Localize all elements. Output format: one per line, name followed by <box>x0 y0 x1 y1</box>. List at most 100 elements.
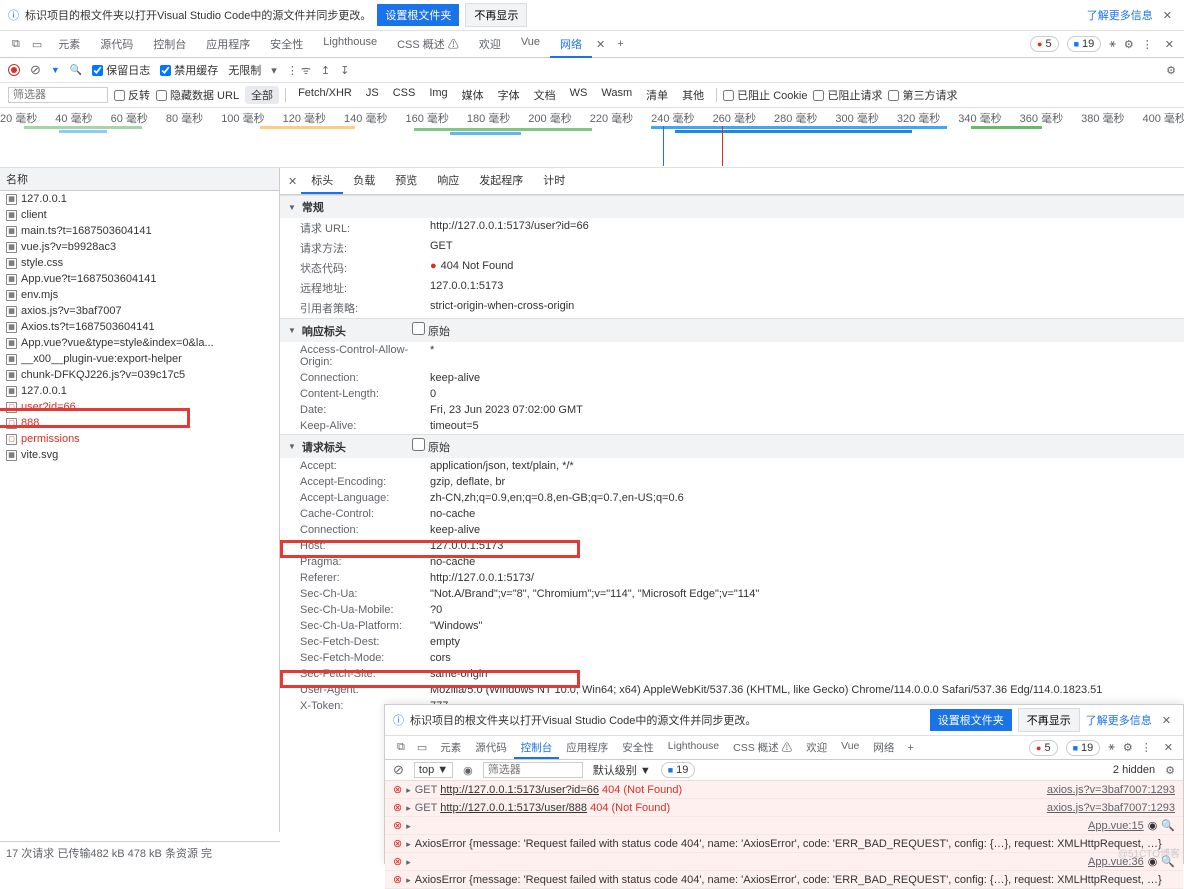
request-row[interactable]: ▦env.mjs <box>0 287 279 303</box>
console-line[interactable]: GET http://127.0.0.1:5173/user?id=66 404… <box>385 781 1183 799</box>
request-row[interactable]: ▦Axios.ts?t=1687503604141 <box>0 319 279 335</box>
tab-网络[interactable]: 网络 <box>550 31 592 57</box>
tab-网络[interactable]: 网络 <box>866 737 901 758</box>
upload-icon[interactable]: ↥ <box>321 64 330 77</box>
set-root-button[interactable]: 设置根文件夹 <box>930 709 1012 731</box>
eye-icon[interactable]: ◉ <box>463 764 473 777</box>
tab-安全性[interactable]: 安全性 <box>615 737 661 758</box>
tab-Lighthouse[interactable]: Lighthouse <box>313 31 387 57</box>
tab-控制台[interactable]: 控制台 <box>143 31 196 57</box>
learn-more-link[interactable]: 了解更多信息 <box>1086 712 1152 728</box>
section-request[interactable]: 请求标头 原始 <box>280 434 1184 458</box>
device-icon[interactable]: ⧉ <box>6 38 26 51</box>
detail-tab-发起程序[interactable]: 发起程序 <box>469 168 533 194</box>
wifi-icon[interactable]: ⋮ ᯤ <box>287 63 311 78</box>
filter-Img[interactable]: Img <box>423 86 453 104</box>
settings-icon[interactable] <box>1124 38 1134 51</box>
expand-arrow[interactable] <box>406 820 411 832</box>
console-line[interactable]: AxiosError {message: 'Request failed wit… <box>385 871 1183 889</box>
inspect-icon[interactable]: ▭ <box>411 741 433 754</box>
blocked-cookie-checkbox[interactable]: 已阻止 Cookie <box>723 87 807 103</box>
console-line[interactable]: App.vue:36 ◉ 🔍 <box>385 853 1183 871</box>
tab-元素[interactable]: 元素 <box>48 31 90 57</box>
filter-toggle[interactable] <box>51 64 60 76</box>
context-dropdown[interactable]: top ▼ <box>414 762 453 778</box>
filter-WS[interactable]: WS <box>564 86 594 104</box>
hide-data-checkbox[interactable]: 隐藏数据 URL <box>156 87 239 103</box>
errors-badge[interactable]: 5 <box>1030 36 1059 52</box>
request-row[interactable]: ▦vue.js?v=b9928ac3 <box>0 239 279 255</box>
record-button[interactable] <box>8 64 20 76</box>
clear-button[interactable] <box>393 762 404 778</box>
filter-Fetch/XHR[interactable]: Fetch/XHR <box>292 86 358 104</box>
name-column-header[interactable]: 名称 <box>0 168 279 191</box>
tab-控制台[interactable]: 控制台 <box>514 737 560 758</box>
tab-源代码[interactable]: 源代码 <box>90 31 143 57</box>
search-icon[interactable] <box>70 64 82 76</box>
console-settings-icon[interactable] <box>1165 764 1175 777</box>
request-row[interactable]: ▦chunk-DFKQJ226.js?v=039c17c5 <box>0 367 279 383</box>
request-row[interactable]: ▦App.vue?t=1687503604141 <box>0 271 279 287</box>
tab-欢迎[interactable]: 欢迎 <box>469 31 511 57</box>
preserve-log-checkbox[interactable]: 保留日志 <box>92 62 150 78</box>
expand-arrow[interactable] <box>406 856 411 868</box>
network-settings-icon[interactable] <box>1166 64 1176 77</box>
menu-icon[interactable] <box>1141 741 1152 754</box>
request-row[interactable]: ▢permissions <box>0 431 279 447</box>
filter-媒体[interactable]: 媒体 <box>456 86 490 104</box>
filter-CSS[interactable]: CSS <box>387 86 422 104</box>
request-row[interactable]: ▦axios.js?v=3baf7007 <box>0 303 279 319</box>
detail-tab-响应[interactable]: 响应 <box>427 168 469 194</box>
detail-tab-标头[interactable]: 标头 <box>301 168 343 194</box>
invert-checkbox[interactable]: 反转 <box>114 87 150 103</box>
third-party-checkbox[interactable]: 第三方请求 <box>888 87 957 103</box>
device-icon[interactable]: ⧉ <box>391 741 411 754</box>
throttle-dropdown[interactable]: 无限制 <box>228 62 261 78</box>
expand-arrow[interactable] <box>406 802 411 814</box>
filter-all[interactable]: 全部 <box>245 86 279 104</box>
close-icon[interactable]: ✕ <box>1158 714 1175 727</box>
blocked-req-checkbox[interactable]: 已阻止请求 <box>813 87 882 103</box>
tab-安全性[interactable]: 安全性 <box>260 31 313 57</box>
request-row[interactable]: ▦style.css <box>0 255 279 271</box>
request-row[interactable]: ▢user?id=66 <box>0 399 279 415</box>
console-line[interactable]: AxiosError {message: 'Request failed wit… <box>385 835 1183 853</box>
dismiss-button[interactable]: 不再显示 <box>465 3 527 27</box>
tab-Vue[interactable]: Vue <box>834 737 866 758</box>
filter-其他[interactable]: 其他 <box>676 86 710 104</box>
drawer-icon[interactable]: ⚹ <box>1109 38 1116 51</box>
detail-tab-负载[interactable]: 负载 <box>343 168 385 194</box>
request-row[interactable]: ▦main.ts?t=1687503604141 <box>0 223 279 239</box>
filter-input[interactable] <box>8 87 108 103</box>
tab-Vue[interactable]: Vue <box>511 31 550 57</box>
detail-tab-计时[interactable]: 计时 <box>533 168 575 194</box>
timeline[interactable]: 20 毫秒40 毫秒60 毫秒80 毫秒100 毫秒120 毫秒140 毫秒16… <box>0 108 1184 168</box>
dismiss-button[interactable]: 不再显示 <box>1018 708 1080 732</box>
filter-字体[interactable]: 字体 <box>492 86 526 104</box>
source-link[interactable]: axios.js?v=3baf7007:1293 <box>1047 802 1175 814</box>
request-row[interactable]: ▦vite.svg <box>0 447 279 463</box>
inspect-icon[interactable]: ▭ <box>26 38 48 51</box>
clear-button[interactable] <box>30 62 41 78</box>
request-row[interactable]: ▦127.0.0.1 <box>0 383 279 399</box>
errors-badge[interactable]: 5 <box>1029 740 1058 756</box>
tab-源代码[interactable]: 源代码 <box>468 737 514 758</box>
detail-tab-预览[interactable]: 预览 <box>385 168 427 194</box>
expand-arrow[interactable] <box>406 838 411 850</box>
close-icon[interactable]: ✕ <box>1160 741 1177 754</box>
settings-icon[interactable] <box>1123 741 1133 754</box>
messages-badge[interactable]: 19 <box>1066 740 1101 756</box>
filter-JS[interactable]: JS <box>360 86 385 104</box>
expand-arrow[interactable] <box>406 874 411 886</box>
disable-cache-checkbox[interactable]: 禁用缓存 <box>160 62 218 78</box>
level-dropdown[interactable]: 默认级别 ▼ <box>593 762 651 778</box>
request-row[interactable]: ▦127.0.0.1 <box>0 191 279 207</box>
source-link[interactable]: App.vue:15 <box>1088 820 1144 832</box>
search-icon[interactable]: 🔍 <box>1161 819 1175 832</box>
tab-close-icon[interactable]: ✕ <box>592 38 609 51</box>
add-tab-icon[interactable]: + <box>901 742 919 754</box>
source-link[interactable]: axios.js?v=3baf7007:1293 <box>1047 784 1175 796</box>
drawer-icon[interactable]: ⚹ <box>1108 741 1115 754</box>
menu-icon[interactable] <box>1142 38 1153 51</box>
issues-badge[interactable]: 19 <box>661 762 696 778</box>
